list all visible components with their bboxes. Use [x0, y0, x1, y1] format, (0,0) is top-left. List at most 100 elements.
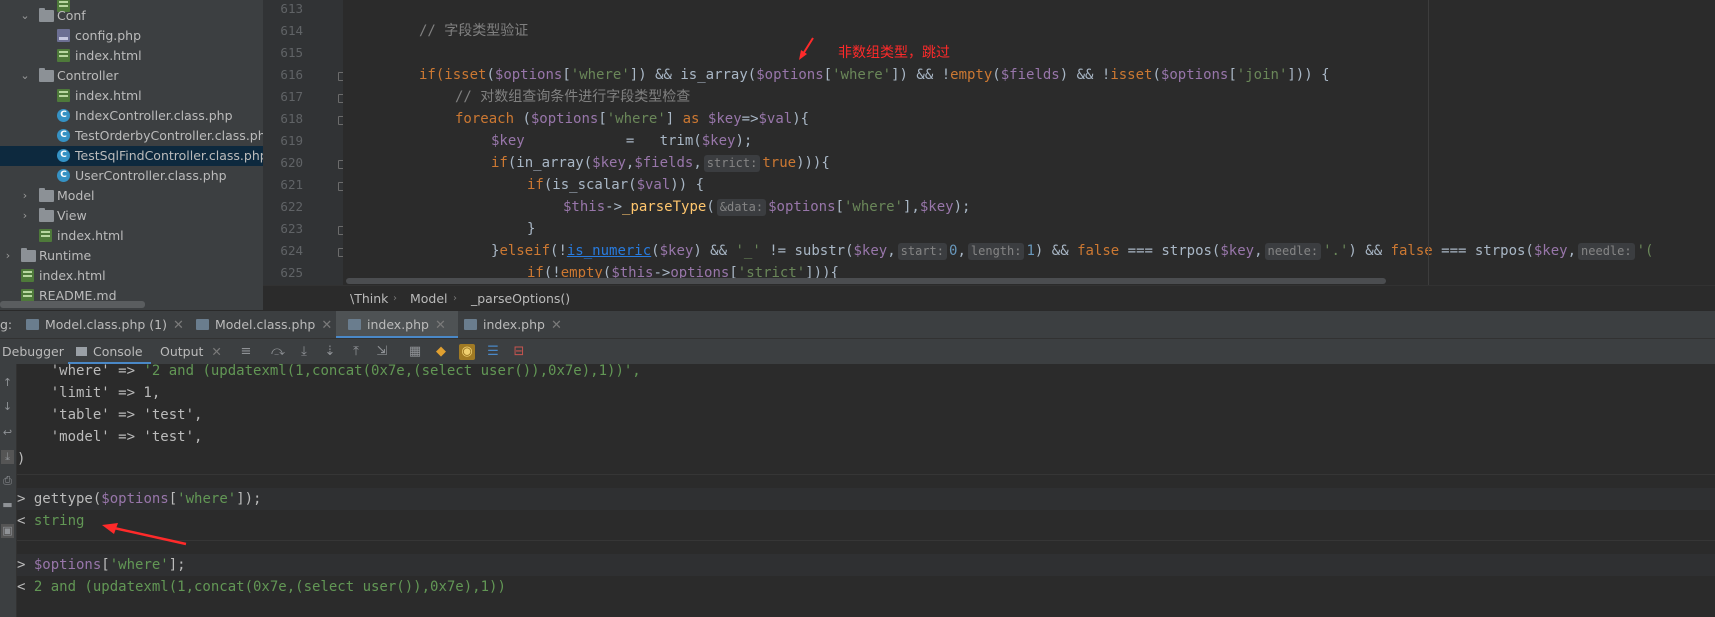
- close-icon[interactable]: ✕: [173, 318, 184, 333]
- tree-item-label: Conf: [57, 8, 86, 23]
- line-number: 618: [280, 111, 303, 126]
- tree-item-model[interactable]: › Model: [0, 186, 263, 206]
- console-line: 'model' => 'test',: [17, 429, 203, 445]
- debug-toolbar: Debugger Console Output ✕ ≡ ⤼ ⤓ ⇣ ⤒ ⇲ ▦ ◆…: [0, 338, 1715, 365]
- tab-label: Output: [160, 344, 204, 359]
- right-margin-guide: [1428, 0, 1429, 285]
- code-line-616: if(isset($options['where']) && is_array(…: [419, 67, 1330, 83]
- tab-model-class-php[interactable]: Model.class.php ✕: [196, 311, 332, 339]
- folder-icon: [39, 8, 54, 22]
- divider: [17, 540, 1715, 541]
- tab-label: Model.class.php (1): [45, 317, 167, 332]
- session-label: g:: [0, 317, 13, 332]
- tab-index-php-active[interactable]: index.php ✕: [336, 311, 458, 339]
- close-icon[interactable]: ✕: [551, 318, 562, 333]
- tree-item-label: index.html: [75, 48, 142, 63]
- annotation-text: 非数组类型，跳过: [838, 45, 950, 61]
- tree-item-conf[interactable]: ⌄ Conf: [0, 6, 263, 26]
- parameter-hint: length:: [967, 243, 1025, 260]
- breadcrumb-item[interactable]: Model: [410, 286, 448, 311]
- tree-item-controller[interactable]: ⌄ Controller: [0, 66, 263, 86]
- scroll-down-icon[interactable]: ↓: [1, 400, 14, 414]
- tab-output[interactable]: Output ✕: [160, 339, 222, 365]
- console-output[interactable]: 'where' => '2 and (updatexml(1,concat(0x…: [17, 364, 1715, 617]
- html-file-icon: [57, 89, 70, 102]
- console-side-toolbar: ↑ ↓ ↩ ⤓ ⎙ ▬ ▣: [0, 364, 17, 617]
- run-to-cursor-icon[interactable]: ⇲: [374, 344, 390, 360]
- line-number: 616: [280, 67, 303, 82]
- tab-index-php[interactable]: index.php ✕: [464, 311, 562, 339]
- tab-label: Model.class.php: [215, 317, 316, 332]
- close-icon[interactable]: ✕: [321, 318, 332, 333]
- tree-item-label: index.html: [39, 268, 106, 283]
- tree-item-testsqlfindcontroller[interactable]: C TestSqlFindController.class.php: [0, 146, 263, 166]
- code-line-622: $this->_parseType(&data: $options['where'…: [563, 199, 971, 216]
- frames-list-icon[interactable]: ☰: [485, 344, 501, 360]
- chevron-right-icon[interactable]: ›: [19, 186, 31, 206]
- trash-icon[interactable]: ▬: [1, 498, 14, 512]
- tree-item-testorderbycontroller[interactable]: C TestOrderbyController.class.php: [0, 126, 263, 146]
- tree-scrollbar[interactable]: [0, 301, 145, 308]
- tree-item-index-html[interactable]: index.html: [0, 226, 263, 246]
- chevron-right-icon[interactable]: ›: [19, 206, 31, 226]
- console-command: > $options['where'];: [17, 554, 1715, 576]
- breadcrumb-item[interactable]: \Think: [350, 286, 388, 311]
- breakpoint-icon[interactable]: ◆: [433, 344, 449, 360]
- step-over-icon[interactable]: ⤼: [270, 344, 286, 360]
- parameter-hint: needle:: [1264, 243, 1322, 260]
- line-number: 625: [280, 265, 303, 280]
- line-number: 614: [280, 23, 303, 38]
- tree-item-indexcontroller[interactable]: C IndexController.class.php: [0, 106, 263, 126]
- tree-item-label: IndexController.class.php: [75, 108, 233, 123]
- line-number: 615: [280, 45, 303, 60]
- editor-horizontal-scrollbar[interactable]: [346, 278, 1386, 284]
- tree-item-label: config.php: [75, 28, 142, 43]
- force-step-into-icon[interactable]: ⇣: [322, 344, 338, 360]
- close-icon[interactable]: ✕: [211, 344, 221, 359]
- line-number: 617: [280, 89, 303, 104]
- tree-item-index-html[interactable]: index.html: [0, 46, 263, 66]
- scroll-up-icon[interactable]: ↑: [1, 376, 14, 390]
- menu-icon[interactable]: ≡: [238, 344, 254, 360]
- is-numeric-link[interactable]: is_numeric: [567, 243, 651, 259]
- step-out-icon[interactable]: ⤒: [348, 344, 364, 360]
- console-line: 'where' => '2 and (updatexml(1,concat(0x…: [17, 364, 641, 379]
- tab-debugger[interactable]: Debugger: [2, 339, 64, 365]
- evaluate-expression-icon[interactable]: ▦: [407, 344, 423, 360]
- chevron-down-icon[interactable]: ⌄: [19, 66, 31, 86]
- scroll-to-end-icon[interactable]: ⤓: [1, 450, 14, 464]
- tree-item-usercontroller[interactable]: C UserController.class.php: [0, 166, 263, 186]
- tree-item-runtime[interactable]: › Runtime: [0, 246, 263, 266]
- tree-item-config-php[interactable]: config.php: [0, 26, 263, 46]
- code-editor[interactable]: // 字段类型验证 if(isset($options['where']) &&…: [343, 0, 1715, 285]
- print-icon[interactable]: ⎙: [1, 474, 14, 488]
- class-icon: C: [57, 109, 70, 122]
- console-view-icon[interactable]: ▣: [1, 524, 14, 538]
- chevron-down-icon[interactable]: ⌄: [19, 6, 31, 26]
- code-line-618: foreach ($options['where'] as $key=>$val…: [455, 111, 810, 127]
- listen-connections-icon[interactable]: ◉: [459, 344, 475, 360]
- code-line-623: }: [527, 221, 536, 237]
- breadcrumb-item[interactable]: _parseOptions(): [471, 286, 570, 311]
- tab-model-class-php-1[interactable]: Model.class.php (1) ✕: [26, 311, 184, 339]
- tab-console[interactable]: Console: [68, 339, 151, 365]
- tree-item-view[interactable]: › View: [0, 206, 263, 226]
- tab-label: index.php: [367, 317, 429, 332]
- close-icon[interactable]: ✕: [435, 318, 446, 333]
- class-icon: C: [57, 149, 70, 162]
- class-icon: C: [57, 129, 70, 142]
- step-into-icon[interactable]: ⤓: [296, 344, 312, 360]
- console-line: ): [17, 451, 26, 467]
- tree-item-label: TestSqlFindController.class.php: [75, 148, 263, 163]
- tree-item-label: View: [57, 208, 87, 223]
- console-result: < 2 and (updatexml(1,concat(0x7e,(select…: [17, 579, 506, 595]
- soft-wrap-icon[interactable]: ↩: [1, 426, 14, 440]
- chevron-right-icon[interactable]: ›: [2, 246, 14, 266]
- tree-item-index-html[interactable]: index.html: [0, 86, 263, 106]
- watches-icon[interactable]: ⊟: [511, 344, 527, 360]
- parameter-hint: needle:: [1578, 243, 1635, 260]
- tree-item-label: index.html: [75, 88, 142, 103]
- code-comment: // 字段类型验证: [419, 23, 529, 39]
- tree-item-index-html[interactable]: index.html: [0, 266, 263, 286]
- line-number: 619: [280, 133, 303, 148]
